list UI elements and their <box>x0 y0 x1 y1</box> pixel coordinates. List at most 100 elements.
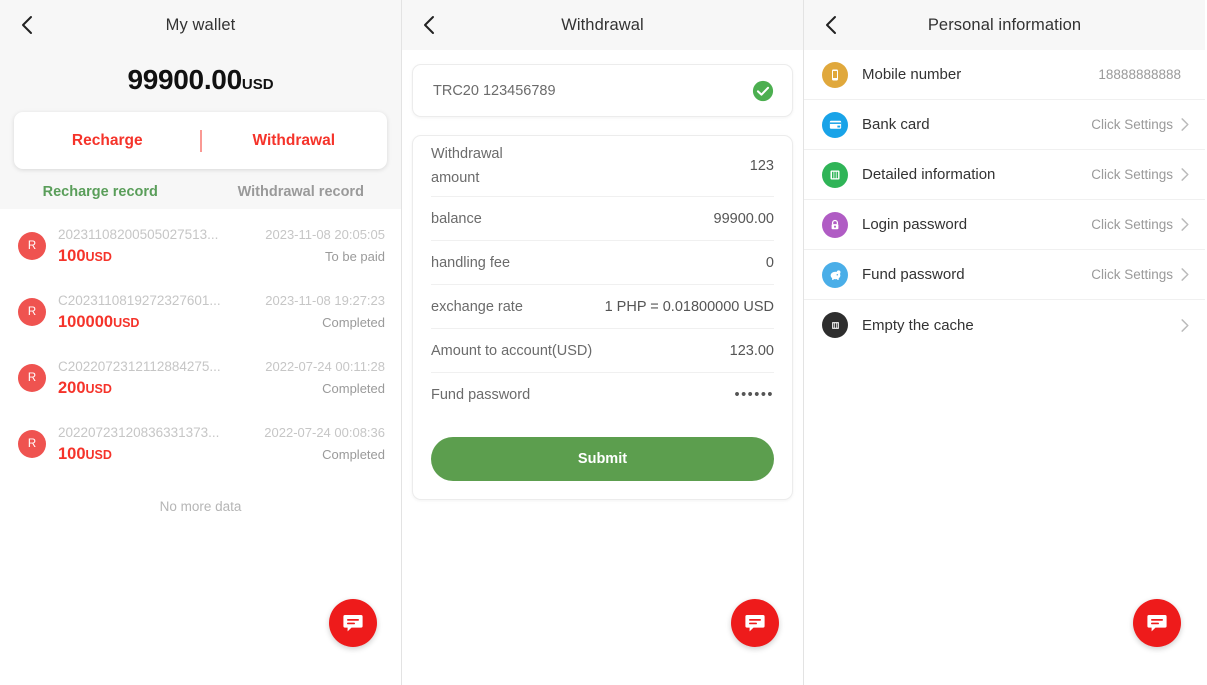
chat-bubble-icon <box>343 615 363 632</box>
chevron-right-icon <box>1181 218 1189 231</box>
field-value: 123 <box>749 158 774 174</box>
trash-icon <box>822 312 848 338</box>
withdrawal-button[interactable]: Withdrawal <box>201 132 388 150</box>
chat-support-button[interactable] <box>1133 599 1181 647</box>
chat-support-button[interactable] <box>329 599 377 647</box>
no-more-data-label: No more data <box>159 499 242 514</box>
chat-bubble-icon <box>745 615 765 632</box>
record-id: 20231108200505027513... <box>58 226 219 242</box>
balance-amount: 99900.00 <box>127 64 242 95</box>
record-amount: 200USD <box>58 378 112 397</box>
list-item-label: Mobile number <box>862 66 962 83</box>
withdrawal-body: TRC20 123456789 Withdrawal amount 123 ba… <box>402 50 803 500</box>
balance-currency: USD <box>241 76 274 93</box>
withdrawal-address-row[interactable]: TRC20 123456789 <box>412 64 793 117</box>
back-button[interactable] <box>818 12 844 38</box>
detailed-info-icon <box>822 161 848 188</box>
list-item-label: Detailed information <box>862 166 996 183</box>
page-title: Withdrawal <box>561 15 644 34</box>
withdrawal-navbar: Withdrawal <box>402 0 803 50</box>
record-top-line: 20220723120836331373... 2022-07-24 00:08… <box>58 425 385 440</box>
list-item-bank-card[interactable]: Bank card Click Settings <box>804 100 1205 150</box>
chevron-left-icon <box>424 16 434 34</box>
list-item-empty-cache[interactable]: Empty the cache <box>804 300 1205 350</box>
status-badge: Completed <box>322 380 385 396</box>
list-item-value: Click Settings <box>1091 267 1173 282</box>
list-item-value: Click Settings <box>1091 167 1173 182</box>
lock-icon <box>822 211 848 238</box>
list-item-value: Click Settings <box>1091 217 1173 232</box>
list-item-login-password[interactable]: Login password Click Settings <box>804 200 1205 250</box>
table-row[interactable]: R 20231108200505027513... 2023-11-08 20:… <box>0 213 401 279</box>
tab-recharge-record[interactable]: Recharge record <box>0 184 201 200</box>
status-badge: Completed <box>322 446 385 462</box>
piggy-bank-icon <box>822 261 848 288</box>
tab-withdrawal-record[interactable]: Withdrawal record <box>201 184 402 200</box>
table-row[interactable]: R 20220723120836331373... 2022-07-24 00:… <box>0 411 401 477</box>
field-fund-password[interactable]: Fund password •••••• <box>431 373 774 417</box>
field-label: Fund password <box>431 387 531 403</box>
field-label: handling fee <box>431 254 511 271</box>
record-bottom-line: 100000USD Completed <box>58 313 385 332</box>
field-label: Amount to account(USD) <box>431 342 593 359</box>
record-amount: 100USD <box>58 444 112 463</box>
list-item-mobile-number[interactable]: Mobile number 18888888888 <box>804 50 1205 100</box>
field-amount-to-account: Amount to account(USD) 123.00 <box>431 329 774 373</box>
wallet-actions-card: Recharge Withdrawal <box>14 112 387 169</box>
mobile-number-value: 18888888888 <box>1098 67 1181 82</box>
table-row[interactable]: R C2022072312112884275... 2022-07-24 00:… <box>0 345 401 411</box>
status-badge: To be paid <box>325 248 385 264</box>
record-id: C2022072312112884275... <box>58 358 221 374</box>
balance-display: 99900.00USD <box>0 50 401 112</box>
mobile-phone-icon <box>822 61 848 88</box>
avatar: R <box>18 364 46 392</box>
field-handling-fee: handling fee 0 <box>431 241 774 285</box>
record-body: 20220723120836331373... 2022-07-24 00:08… <box>58 425 385 464</box>
records-list: R 20231108200505027513... 2023-11-08 20:… <box>0 209 401 536</box>
recharge-button[interactable]: Recharge <box>14 132 201 150</box>
wallet-navbar: My wallet <box>0 0 401 50</box>
page-title: My wallet <box>165 15 236 34</box>
chevron-right-icon <box>1181 318 1189 332</box>
list-item-label: Login password <box>862 216 968 233</box>
record-top-line: C2023110819272327601... 2023-11-08 19:27… <box>58 293 385 308</box>
chevron-right-icon <box>1181 118 1189 131</box>
back-button[interactable] <box>416 12 442 38</box>
field-withdrawal-amount[interactable]: Withdrawal amount 123 <box>431 136 774 197</box>
list-item-detailed-information[interactable]: Detailed information Click Settings <box>804 150 1205 200</box>
record-amount: 100USD <box>58 246 112 265</box>
record-id: 20220723120836331373... <box>58 424 220 440</box>
avatar: R <box>18 298 46 326</box>
bank-card-icon <box>822 111 848 138</box>
record-bottom-line: 200USD Completed <box>58 379 385 398</box>
chat-support-button[interactable] <box>731 599 779 647</box>
withdrawal-address-value: TRC20 123456789 <box>433 82 556 99</box>
wallet-header-area: My wallet 99900.00USD Recharge Withdrawa… <box>0 0 401 209</box>
list-item-label: Bank card <box>862 116 930 133</box>
chevron-right-icon <box>1181 268 1189 281</box>
avatar: R <box>18 232 46 260</box>
record-time: 2023-11-08 20:05:05 <box>265 226 385 242</box>
chevron-left-icon <box>22 16 32 34</box>
personal-information-panel: Personal information Mobile number 18888… <box>804 0 1205 685</box>
record-body: C2023110819272327601... 2023-11-08 19:27… <box>58 293 385 332</box>
status-badge: Completed <box>322 314 385 330</box>
record-time: 2022-07-24 00:08:36 <box>264 424 385 440</box>
fund-password-input[interactable]: •••••• <box>735 387 774 403</box>
action-separator <box>200 129 201 152</box>
chevron-right-icon <box>1181 168 1189 181</box>
table-row[interactable]: R C2023110819272327601... 2023-11-08 19:… <box>0 279 401 345</box>
back-button[interactable] <box>14 12 40 38</box>
record-id: C2023110819272327601... <box>58 292 221 308</box>
record-top-line: 20231108200505027513... 2023-11-08 20:05… <box>58 227 385 242</box>
record-bottom-line: 100USD To be paid <box>58 247 385 266</box>
list-item-fund-password[interactable]: Fund password Click Settings <box>804 250 1205 300</box>
record-currency: USD <box>85 447 112 462</box>
field-label: exchange rate <box>431 298 523 315</box>
withdrawal-panel: Withdrawal TRC20 123456789 Withdrawal am… <box>402 0 804 685</box>
record-time: 2022-07-24 00:11:28 <box>265 358 385 374</box>
submit-button[interactable]: Submit <box>431 437 774 481</box>
page-title: Personal information <box>927 15 1082 34</box>
record-currency: USD <box>85 381 112 396</box>
field-exchange-rate: exchange rate 1 PHP = 0.01800000 USD <box>431 285 774 329</box>
